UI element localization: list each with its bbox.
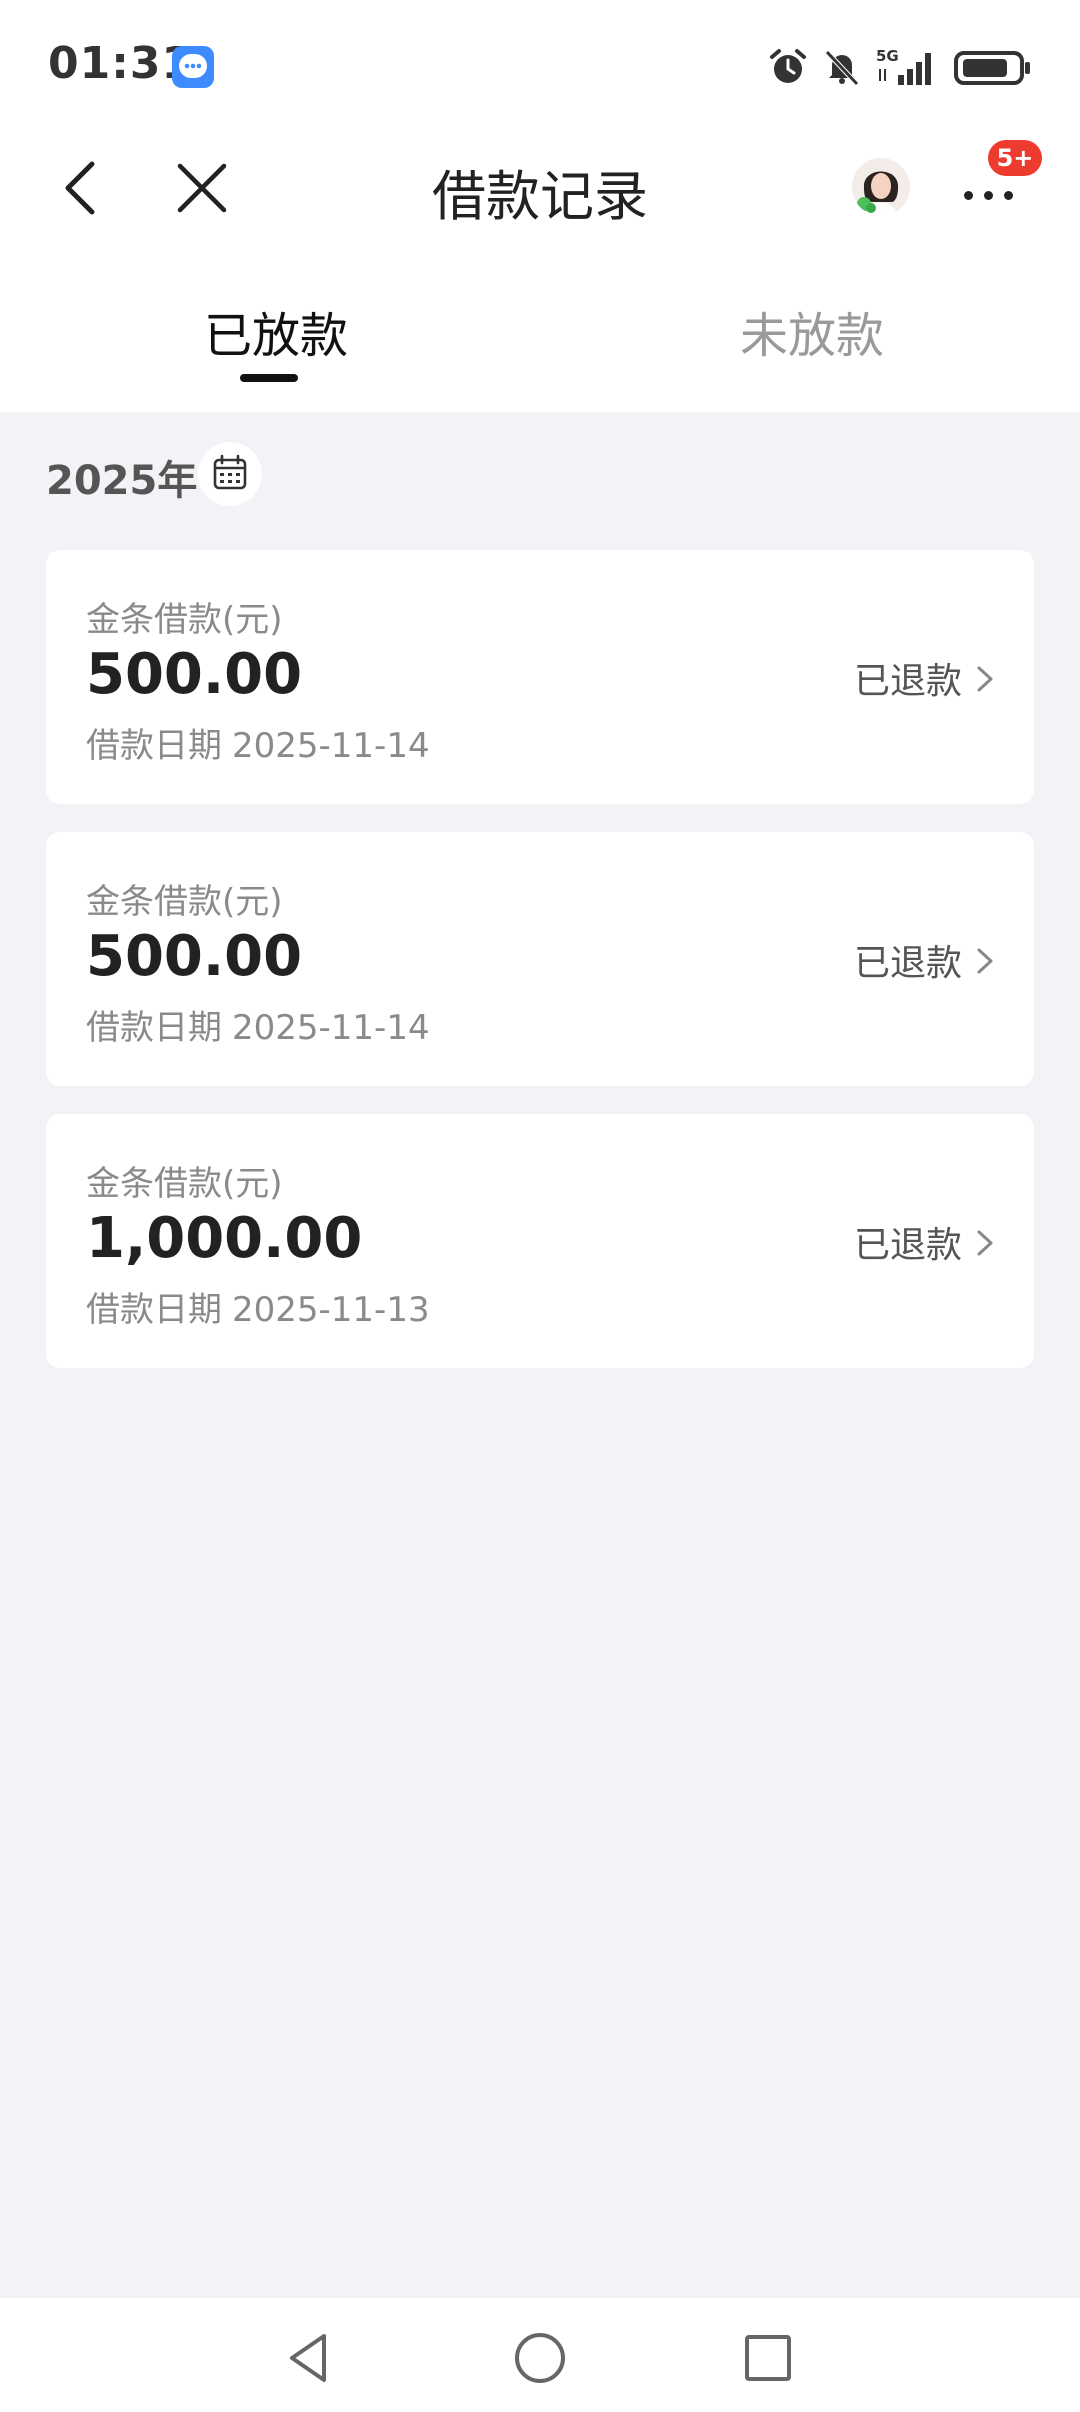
nav-home-circle-icon[interactable] xyxy=(512,2330,568,2386)
service-agent-avatar-icon xyxy=(852,158,910,216)
loan-date-value: 2025-11-14 xyxy=(232,1008,430,1048)
message-icon xyxy=(172,46,214,88)
notification-badge: 5+ xyxy=(988,140,1042,176)
alarm-icon xyxy=(770,49,806,83)
calendar-button[interactable] xyxy=(198,442,262,506)
loan-status: 已退款 xyxy=(853,943,962,984)
loan-amount: 500.00 xyxy=(86,924,303,989)
chevron-right-icon xyxy=(977,948,993,974)
5g-signal-icon: 5G xyxy=(876,47,931,85)
loan-amount: 500.00 xyxy=(86,642,303,707)
svg-text:5G: 5G xyxy=(876,47,899,65)
loan-record-card[interactable]: 金条借款(元) 500.00 借款日期 2025-11-14 已退款 xyxy=(46,832,1034,1086)
chevron-right-icon xyxy=(977,666,993,692)
loan-date: 借款日期 2025-11-13 xyxy=(86,1282,430,1331)
active-tab-indicator xyxy=(240,374,298,382)
battery-icon xyxy=(954,51,1030,85)
status-bar: 01:31 5G xyxy=(0,0,1080,132)
loan-date-value: 2025-11-14 xyxy=(232,726,430,766)
loan-date-label: 借款日期 xyxy=(86,1290,222,1330)
status-icons: 5G xyxy=(768,44,1032,90)
loan-date: 借款日期 2025-11-14 xyxy=(86,718,430,767)
loan-type-label: 金条借款(元) xyxy=(86,882,283,922)
loan-record-card[interactable]: 金条借款(元) 500.00 借款日期 2025-11-14 已退款 xyxy=(46,550,1034,804)
loan-type-label: 金条借款(元) xyxy=(86,1164,283,1204)
loan-status: 已退款 xyxy=(853,1225,962,1266)
nav-back-triangle-icon[interactable] xyxy=(280,2330,338,2386)
system-navigation-bar xyxy=(0,2298,1080,2412)
loan-status: 已退款 xyxy=(853,661,962,702)
loan-type-label: 金条借款(元) xyxy=(86,600,283,640)
avatar[interactable] xyxy=(852,158,910,216)
loan-amount: 1,000.00 xyxy=(86,1206,363,1271)
nav-bar: 借款记录 xyxy=(0,132,1080,244)
loan-date-label: 借款日期 xyxy=(86,726,222,766)
loan-date: 借款日期 2025-11-14 xyxy=(86,1000,430,1049)
calendar-icon xyxy=(213,454,247,490)
loan-record-card[interactable]: 金条借款(元) 1,000.00 借款日期 2025-11-13 已退款 xyxy=(46,1114,1034,1368)
loan-date-value: 2025-11-13 xyxy=(232,1290,430,1330)
page-title: 借款记录 xyxy=(432,165,648,228)
tab-disbursed[interactable]: 已放款 xyxy=(204,296,348,366)
loan-date-label: 借款日期 xyxy=(86,1008,222,1048)
tab-not-disbursed[interactable]: 未放款 xyxy=(740,296,884,366)
nav-recents-square-icon[interactable] xyxy=(740,2330,796,2386)
year-filter-label[interactable]: 2025年 xyxy=(46,448,197,506)
bell-off-icon xyxy=(825,50,859,86)
chevron-right-icon xyxy=(977,1230,993,1256)
